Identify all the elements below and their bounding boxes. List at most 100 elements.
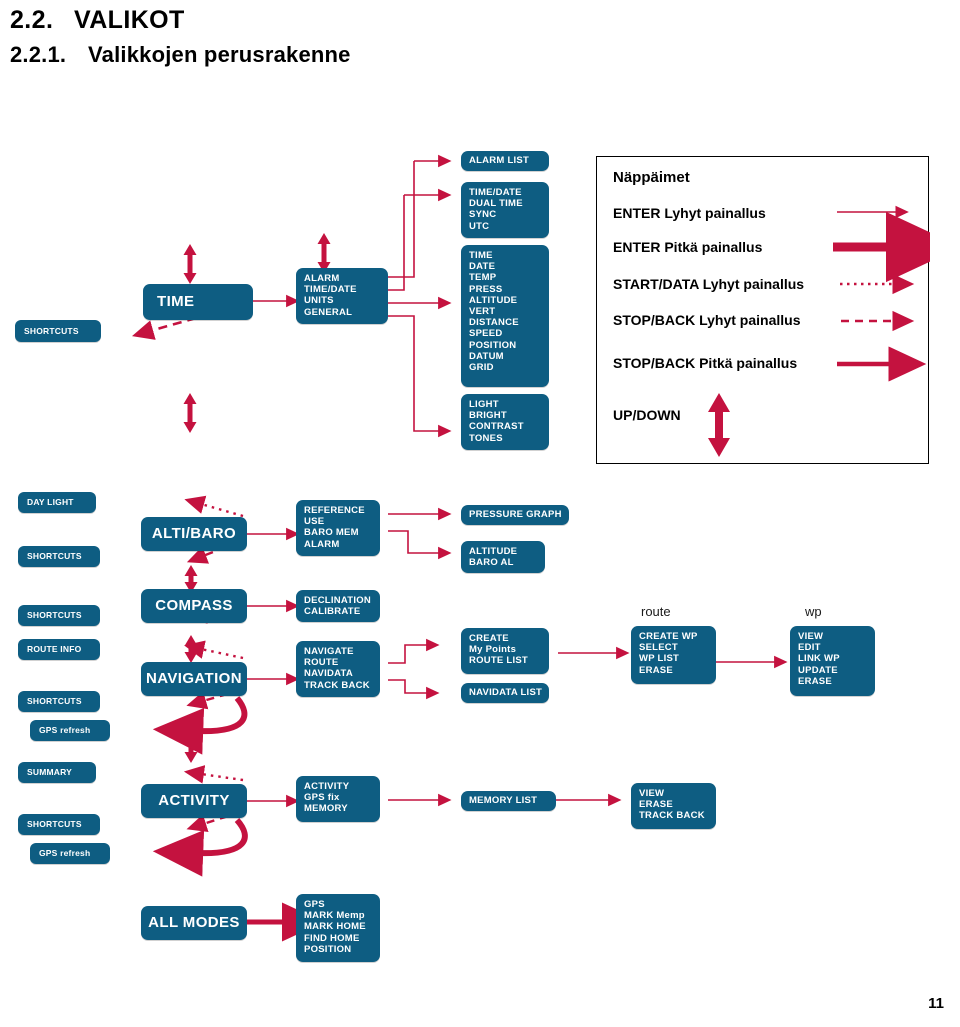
- box-units-submenu[interactable]: TIME DATE TEMP PRESS ALTITUDE VERT DISTA…: [461, 245, 549, 387]
- box-altibaro-label: ALTI/BARO: [151, 525, 237, 543]
- box-time-date-submenu-line-0: TIME/DATE: [469, 187, 522, 198]
- box-navidata-list[interactable]: NAVIDATA LIST: [461, 683, 549, 703]
- box-time-date-submenu-line-3: UTC: [469, 220, 490, 232]
- box-time-menu-line-2: UNITS: [304, 295, 334, 307]
- box-units-submenu-line-10: GRID: [469, 362, 494, 374]
- box-alarm-list[interactable]: ALARM LIST: [461, 151, 549, 171]
- box-altibaro-menu-line-1: USE: [304, 516, 325, 528]
- box-navigation-menu[interactable]: NAVIGATE ROUTE NAVIDATA TRACK BACK: [296, 641, 380, 697]
- box-shortcuts-navigation-label: SHORTCUTS: [27, 696, 82, 707]
- box-units-submenu-line-9: DATUM: [469, 350, 504, 362]
- box-all-modes-label: ALL MODES: [148, 914, 240, 932]
- box-time-menu-line-3: GENERAL: [304, 306, 353, 318]
- page-number: 11: [928, 995, 944, 1012]
- legend-panel: Näppäimet ENTER Lyhyt painallus ENTER Pi…: [596, 156, 930, 464]
- box-memory-submenu-line-1: ERASE: [639, 799, 673, 811]
- box-shortcuts-activity-label: SHORTCUTS: [27, 819, 82, 830]
- box-navigation[interactable]: NAVIGATION: [141, 662, 247, 696]
- box-compass-menu-line-0: DECLINATION: [304, 595, 371, 606]
- box-compass-menu-line-1: CALIBRATE: [304, 606, 361, 618]
- box-altibaro-menu-line-2: BARO MEM: [304, 527, 359, 539]
- box-memory-submenu-line-2: TRACK BACK: [639, 810, 705, 822]
- box-all-modes-menu-line-3: FIND HOME: [304, 932, 360, 944]
- box-shortcuts-time[interactable]: SHORTCUTS: [15, 320, 101, 342]
- box-all-modes[interactable]: ALL MODES: [141, 906, 247, 940]
- box-route-info[interactable]: ROUTE INFO: [18, 639, 100, 660]
- box-gps-refresh-activity-label: GPS refresh: [39, 848, 91, 859]
- box-shortcuts-navigation[interactable]: SHORTCUTS: [18, 691, 100, 712]
- box-altibaro-menu[interactable]: REFERENCE USE BARO MEM ALARM: [296, 500, 380, 556]
- box-compass[interactable]: COMPASS: [141, 589, 247, 623]
- box-general-submenu[interactable]: LIGHT BRIGHT CONTRAST TONES: [461, 394, 549, 450]
- box-memory-list-label: MEMORY LIST: [469, 795, 538, 807]
- box-navidata-list-label: NAVIDATA LIST: [469, 687, 543, 699]
- box-altibaro-menu-line-3: ALARM: [304, 538, 340, 550]
- legend-arrow-art: [708, 205, 930, 457]
- box-alarm-list-label: ALARM LIST: [469, 155, 530, 167]
- box-activity-menu-line-2: MEMORY: [304, 803, 348, 815]
- box-shortcuts-time-label: SHORTCUTS: [24, 325, 79, 336]
- box-units-submenu-line-7: SPEED: [469, 328, 503, 340]
- box-gps-refresh-navigation-label: GPS refresh: [39, 725, 91, 736]
- menu-structure-diagram: SHORTCUTS TIME ALARM TIME/DATE UNITS GEN…: [0, 0, 960, 1027]
- box-route-column-line-0: CREATE WP: [639, 631, 698, 642]
- box-activity-menu-line-1: GPS fix: [304, 792, 340, 804]
- box-units-submenu-line-8: POSITION: [469, 339, 517, 351]
- box-route-create-line-0: CREATE: [469, 633, 509, 644]
- box-altibaro[interactable]: ALTI/BARO: [141, 517, 247, 551]
- box-wp-column[interactable]: VIEW EDIT LINK WP UPDATE ERASE: [790, 626, 875, 696]
- caption-route: route: [641, 604, 671, 619]
- box-activity-menu[interactable]: ACTIVITY GPS fix MEMORY: [296, 776, 380, 822]
- box-activity-menu-line-0: ACTIVITY: [304, 781, 350, 792]
- box-shortcuts-altibaro-label: SHORTCUTS: [27, 551, 82, 562]
- box-summary[interactable]: SUMMARY: [18, 762, 96, 783]
- box-navigation-menu-line-0: NAVIGATE: [304, 646, 354, 657]
- box-gps-refresh-activity[interactable]: GPS refresh: [30, 843, 110, 864]
- box-route-create-line-2: ROUTE LIST: [469, 655, 528, 667]
- box-navigation-menu-line-2: NAVIDATA: [304, 668, 353, 680]
- box-pressure-graph[interactable]: PRESSURE GRAPH: [461, 505, 569, 525]
- box-shortcuts-compass[interactable]: SHORTCUTS: [18, 605, 100, 626]
- box-all-modes-menu[interactable]: GPS MARK Memp MARK HOME FIND HOME POSITI…: [296, 894, 380, 962]
- box-general-submenu-line-1: BRIGHT: [469, 410, 507, 422]
- box-time[interactable]: TIME: [143, 284, 253, 320]
- box-navigation-label: NAVIGATION: [146, 670, 242, 688]
- box-memory-submenu-line-0: VIEW: [639, 788, 665, 799]
- box-wp-column-line-4: ERASE: [798, 675, 832, 687]
- box-wp-column-line-0: VIEW: [798, 631, 824, 642]
- box-gps-refresh-navigation[interactable]: GPS refresh: [30, 720, 110, 741]
- box-day-light[interactable]: DAY LIGHT: [18, 492, 96, 513]
- box-all-modes-menu-line-1: MARK Memp: [304, 910, 365, 922]
- box-time-date-submenu[interactable]: TIME/DATE DUAL TIME SYNC UTC: [461, 182, 549, 238]
- box-activity[interactable]: ACTIVITY: [141, 784, 247, 818]
- box-all-modes-menu-line-2: MARK HOME: [304, 921, 366, 933]
- box-time-menu[interactable]: ALARM TIME/DATE UNITS GENERAL: [296, 268, 388, 324]
- box-route-info-label: ROUTE INFO: [27, 644, 82, 655]
- box-shortcuts-compass-label: SHORTCUTS: [27, 610, 82, 621]
- box-time-menu-line-1: TIME/DATE: [304, 284, 357, 296]
- box-units-submenu-line-0: TIME: [469, 250, 493, 261]
- box-general-submenu-line-3: TONES: [469, 432, 503, 444]
- box-wp-column-line-3: UPDATE: [798, 664, 838, 676]
- box-shortcuts-altibaro[interactable]: SHORTCUTS: [18, 546, 100, 567]
- box-units-submenu-line-6: DISTANCE: [469, 317, 519, 329]
- box-altibaro-menu-line-0: REFERENCE: [304, 505, 365, 516]
- box-altitude-baroal[interactable]: ALTITUDE BARO AL: [461, 541, 545, 573]
- box-time-date-submenu-line-1: DUAL TIME: [469, 198, 523, 210]
- box-compass-menu[interactable]: DECLINATION CALIBRATE: [296, 590, 380, 622]
- box-memory-submenu[interactable]: VIEW ERASE TRACK BACK: [631, 783, 716, 829]
- box-route-column[interactable]: CREATE WP SELECT WP LIST ERASE: [631, 626, 716, 684]
- box-route-column-line-3: ERASE: [639, 664, 673, 676]
- box-compass-label: COMPASS: [155, 597, 233, 615]
- box-memory-list[interactable]: MEMORY LIST: [461, 791, 556, 811]
- box-shortcuts-activity[interactable]: SHORTCUTS: [18, 814, 100, 835]
- box-activity-label: ACTIVITY: [158, 792, 230, 810]
- box-units-submenu-line-3: PRESS: [469, 283, 503, 295]
- box-navigation-menu-line-1: ROUTE: [304, 657, 339, 669]
- box-route-create[interactable]: CREATE My Points ROUTE LIST: [461, 628, 549, 674]
- box-units-submenu-line-4: ALTITUDE: [469, 294, 518, 306]
- box-general-submenu-line-0: LIGHT: [469, 399, 499, 410]
- caption-wp: wp: [805, 604, 822, 619]
- caption-wp-text: wp: [805, 604, 822, 619]
- box-units-submenu-line-5: VERT: [469, 306, 496, 318]
